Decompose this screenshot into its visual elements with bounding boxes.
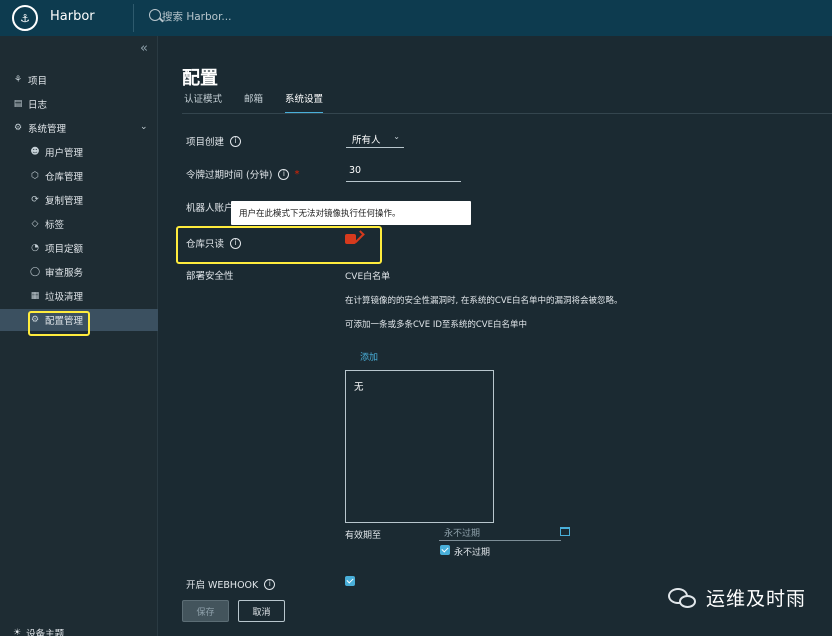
never-expire-checkbox[interactable] bbox=[440, 545, 450, 555]
sidebar-item-gc[interactable]: ▦ 垃圾清理 bbox=[0, 285, 158, 307]
token-expiry-text: 令牌过期时间 (分钟) bbox=[186, 170, 273, 181]
sidebar-item-projects[interactable]: ⚘ 项目 bbox=[0, 69, 158, 91]
chevron-down-icon: ⌄ bbox=[393, 132, 400, 141]
webhook-label: 开启 WEBHOOK i bbox=[186, 577, 276, 591]
sidebar-item-admin[interactable]: ⚙ 系统管理 ⌄ bbox=[0, 117, 158, 139]
sidebar-item-theme[interactable]: ☀ 设备主题 bbox=[13, 626, 64, 636]
sidebar-item-label: 复制管理 bbox=[45, 196, 84, 207]
sidebar-item-interrogation[interactable]: ◯ 审查服务 bbox=[0, 261, 158, 283]
cve-description: 在计算镜像的的安全性漏洞时, 在系统的CVE白名单中的漏洞将会被忽略。 bbox=[345, 296, 623, 306]
webhook-checkbox[interactable] bbox=[345, 576, 355, 586]
sidebar-item-label: 项目 bbox=[28, 76, 48, 87]
sidebar-item-registries[interactable]: ⬡ 仓库管理 bbox=[0, 165, 158, 187]
repo-readonly-label: 仓库只读 i bbox=[186, 236, 242, 250]
cve-whitelist-title: CVE白名单 bbox=[345, 272, 391, 282]
search-input[interactable] bbox=[162, 8, 322, 26]
sidebar-item-label: 标签 bbox=[45, 220, 65, 231]
collapse-sidebar-icon[interactable]: « bbox=[140, 41, 148, 56]
trash-icon: ▦ bbox=[30, 291, 40, 301]
sidebar-item-label: 垃圾清理 bbox=[45, 292, 84, 303]
cve-whitelist-box[interactable]: 无 bbox=[345, 370, 494, 523]
sidebar-item-logs[interactable]: ▤ 日志 bbox=[0, 93, 158, 115]
expire-label: 有效期至 bbox=[345, 531, 382, 541]
sidebar-item-label: 项目定额 bbox=[45, 244, 84, 255]
token-expiry-label: 令牌过期时间 (分钟) i * bbox=[186, 167, 299, 181]
replication-icon: ⟳ bbox=[31, 195, 39, 205]
watermark: 运维及时雨 bbox=[668, 584, 806, 611]
header-divider bbox=[133, 4, 134, 32]
sidebar-item-label: 日志 bbox=[28, 100, 48, 111]
save-button[interactable]: 保存 bbox=[182, 600, 229, 622]
admin-icon: ⚙ bbox=[13, 123, 23, 133]
quota-icon: ◔ bbox=[31, 243, 39, 253]
never-expire-label: 永不过期 bbox=[454, 548, 491, 558]
expire-date-input[interactable]: 永不过期 bbox=[439, 526, 561, 541]
tab-email[interactable]: 邮箱 bbox=[244, 92, 263, 114]
info-icon[interactable]: i bbox=[264, 578, 276, 590]
project-creation-text: 项目创建 bbox=[186, 137, 225, 148]
cve-add-hint: 可添加一条或多条CVE ID至系统的CVE白名单中 bbox=[345, 320, 527, 330]
sidebar-item-label: 审查服务 bbox=[45, 268, 84, 279]
sidebar-item-users[interactable]: ☻ 用户管理 bbox=[0, 141, 158, 163]
tab-auth[interactable]: 认证模式 bbox=[184, 92, 222, 114]
cancel-button[interactable]: 取消 bbox=[238, 600, 285, 622]
calendar-icon[interactable] bbox=[560, 527, 570, 536]
sidebar-item-replications[interactable]: ⟳ 复制管理 bbox=[0, 189, 158, 211]
harbor-logo-glyph: ⚓ bbox=[20, 11, 30, 25]
readonly-tooltip: 用户在此模式下无法对镜像执行任何操作。 bbox=[231, 201, 471, 225]
deploy-security-label: 部署安全性 bbox=[186, 271, 234, 282]
info-icon[interactable]: i bbox=[230, 135, 242, 147]
sidebar-item-label: 用户管理 bbox=[45, 148, 84, 159]
theme-icon: ☀ bbox=[13, 628, 22, 636]
sidebar-item-quotas[interactable]: ◔ 项目定额 bbox=[0, 237, 158, 259]
logs-icon: ▤ bbox=[13, 99, 23, 109]
sidebar-item-label: 设备主题 bbox=[26, 629, 65, 636]
project-creation-label: 项目创建 i bbox=[186, 134, 242, 148]
webhook-text: 开启 WEBHOOK bbox=[186, 580, 259, 591]
shield-icon: ◯ bbox=[29, 267, 41, 277]
page-title: 配置 bbox=[182, 68, 218, 89]
search-icon bbox=[149, 9, 161, 21]
project-creation-select[interactable]: 所有人 ⌄ bbox=[346, 132, 404, 148]
chevron-down-icon: ⌄ bbox=[140, 122, 148, 132]
info-icon[interactable]: i bbox=[278, 168, 290, 180]
watermark-text: 运维及时雨 bbox=[706, 588, 807, 610]
tabs-divider bbox=[182, 113, 832, 114]
add-cve-link[interactable]: 添加 bbox=[360, 350, 378, 363]
token-expiry-input[interactable]: 30 bbox=[346, 165, 461, 182]
sidebar-item-labels[interactable]: ◇ 标签 bbox=[0, 213, 158, 235]
project-creation-value: 所有人 bbox=[352, 135, 381, 146]
required-asterisk: * bbox=[294, 168, 300, 180]
sidebar: « ⚘ 项目 ▤ 日志 ⚙ 系统管理 ⌄ ☻ 用户管理 ⬡ 仓库管理 ⟳ 复制管… bbox=[0, 36, 158, 636]
top-header: ⚓ Harbor bbox=[0, 0, 832, 36]
tab-bar: 认证模式 邮箱 系统设置 bbox=[184, 92, 345, 114]
users-icon: ☻ bbox=[30, 147, 40, 157]
main-content: 配置 认证模式 邮箱 系统设置 项目创建 i 所有人 ⌄ 令牌过期时间 (分钟)… bbox=[158, 36, 832, 636]
robot-account-label: 机器人账户 bbox=[186, 203, 234, 214]
brand-name[interactable]: Harbor bbox=[50, 9, 95, 24]
info-icon[interactable]: i bbox=[230, 237, 242, 249]
sidebar-item-label: 仓库管理 bbox=[45, 172, 84, 183]
repo-readonly-checkbox[interactable] bbox=[345, 234, 356, 244]
projects-icon: ⚘ bbox=[13, 75, 23, 85]
sidebar-item-label: 系统管理 bbox=[28, 124, 67, 135]
highlight-box-nav bbox=[28, 311, 90, 336]
whitelist-empty-text: 无 bbox=[354, 382, 364, 393]
tag-icon: ◇ bbox=[31, 219, 39, 229]
wechat-icon bbox=[668, 586, 698, 610]
repo-readonly-text: 仓库只读 bbox=[186, 239, 225, 250]
harbor-logo-icon[interactable]: ⚓ bbox=[12, 5, 38, 31]
registry-icon: ⬡ bbox=[31, 171, 39, 181]
tab-system-settings[interactable]: 系统设置 bbox=[285, 92, 324, 114]
